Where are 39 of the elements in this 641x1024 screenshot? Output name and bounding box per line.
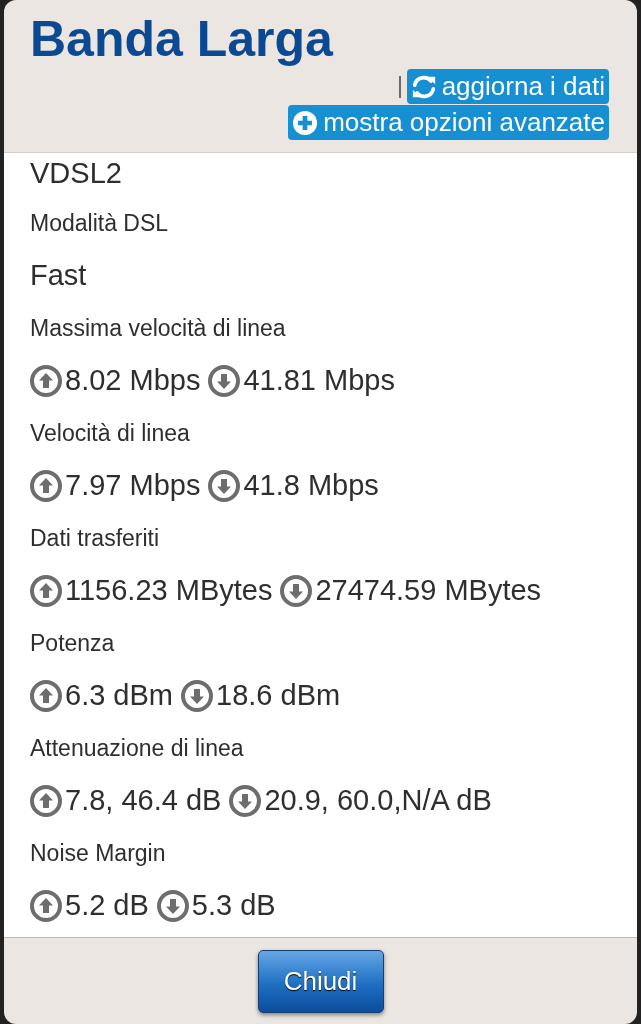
download-value: 41.81 Mbps <box>243 363 395 398</box>
up-arrow-circle-icon <box>30 784 62 817</box>
download-value: 20.9, 60.0,N/A dB <box>264 783 492 818</box>
field-label: Attenuazione di linea <box>30 734 245 763</box>
advanced-options-button[interactable]: mostra opzioni avanzate <box>288 105 609 140</box>
up-arrow-circle-icon <box>30 469 62 502</box>
field-label: Massima velocità di linea <box>30 314 287 343</box>
field-label: Velocità di linea <box>30 419 191 448</box>
up-arrow-circle-icon <box>30 574 62 607</box>
upload-value: 8.02 Mbps <box>65 363 201 398</box>
upload-value: 7.8, 46.4 dB <box>65 783 222 818</box>
refresh-data-button[interactable]: aggiorna i dati <box>406 69 609 104</box>
field-label: Potenza <box>30 629 116 658</box>
dialog-title: Banda Larga <box>30 10 333 68</box>
field-label: Modalità DSL <box>30 209 170 238</box>
download-value: 41.8 Mbps <box>243 468 379 503</box>
upload-value: 6.3 dBm <box>65 678 173 713</box>
down-arrow-circle-icon <box>229 784 262 817</box>
close-button[interactable]: Chiudi <box>257 950 384 1013</box>
down-arrow-circle-icon <box>208 364 241 397</box>
down-arrow-circle-icon <box>181 679 213 712</box>
field-value: Fast <box>30 258 88 293</box>
up-arrow-circle-icon <box>30 679 62 712</box>
field-value: VDSL2 <box>30 156 123 191</box>
up-arrow-circle-icon <box>30 889 62 922</box>
down-arrow-circle-icon <box>208 469 241 502</box>
field-label: Dati trasferiti <box>30 524 161 553</box>
download-value: 27474.59 MBytes <box>315 573 542 608</box>
down-arrow-circle-icon <box>280 574 313 607</box>
upload-value: 7.97 Mbps <box>65 468 201 503</box>
upload-value: 5.2 dB <box>65 888 149 923</box>
download-value: 18.6 dBm <box>216 678 341 713</box>
down-arrow-circle-icon <box>156 889 189 922</box>
up-arrow-circle-icon <box>30 364 62 397</box>
refresh-icon <box>410 73 437 100</box>
upload-value: 1156.23 MBytes <box>65 573 273 608</box>
plus-circle-icon <box>292 109 319 136</box>
field-label: Noise Margin <box>30 839 167 868</box>
download-value: 5.3 dB <box>191 888 276 923</box>
